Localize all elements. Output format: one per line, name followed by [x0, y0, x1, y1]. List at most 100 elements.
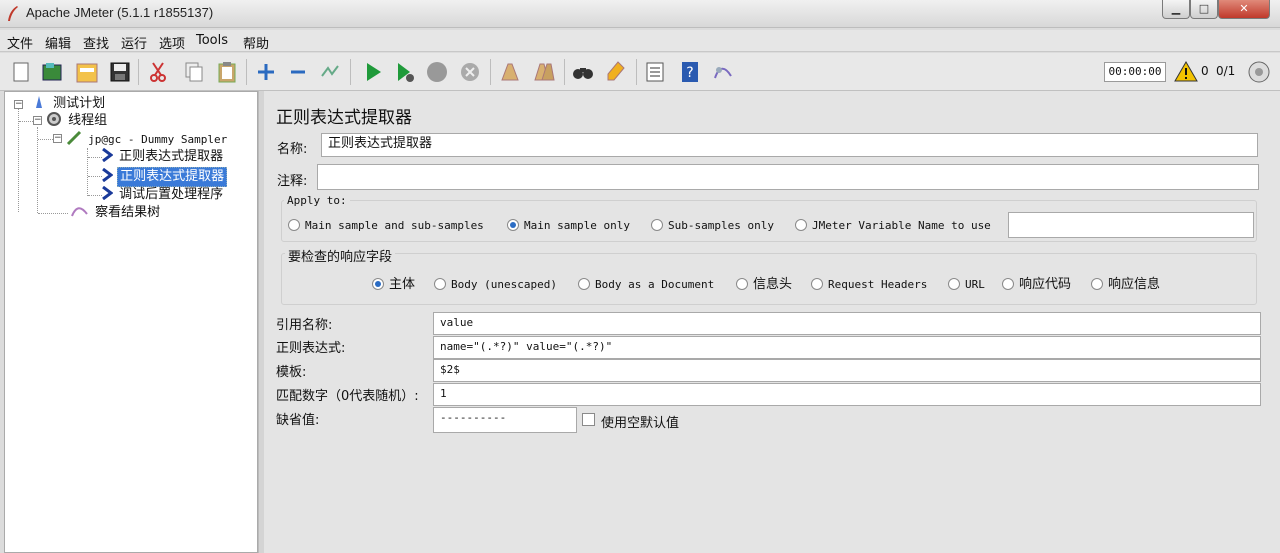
collapse-toggle[interactable]: − — [14, 100, 23, 109]
radio-jmeter-variable[interactable]: JMeter Variable Name to use — [795, 218, 991, 234]
test-plan-tree: − 测试计划 − 线程组 − jp@gc - Dummy Sampler 正则表… — [4, 91, 258, 553]
radio-response-code[interactable]: 响应代码 — [1002, 277, 1071, 293]
radio-body-as-document[interactable]: Body as a Document — [578, 277, 714, 293]
test-plan-icon — [36, 96, 42, 108]
regex-extractor-panel: 正则表达式提取器 名称: 正则表达式提取器 注释: Apply to: Main… — [264, 91, 1280, 553]
radio-button[interactable] — [651, 219, 663, 231]
radio-button[interactable] — [1091, 278, 1103, 290]
help-icon[interactable]: ? — [678, 60, 702, 84]
radio-url[interactable]: URL — [948, 277, 985, 293]
radio-button[interactable] — [578, 278, 590, 290]
radio-button[interactable] — [1002, 278, 1014, 290]
radio-button[interactable] — [288, 219, 300, 231]
collapse-icon[interactable] — [286, 60, 310, 84]
close-button[interactable]: ✕ — [1218, 0, 1270, 19]
radio-button-selected[interactable] — [372, 278, 384, 290]
post-processor-arrow-icon — [102, 147, 114, 163]
toolbar-separator — [636, 59, 637, 85]
elapsed-timer: 00:00:00 — [1104, 62, 1166, 82]
reference-name-field[interactable]: value — [433, 312, 1261, 335]
expand-icon[interactable] — [254, 60, 278, 84]
collapse-toggle[interactable]: − — [33, 116, 42, 125]
tree-node-debug-post-processor[interactable]: 调试后置处理程序 — [101, 185, 225, 204]
radio-response-headers[interactable]: 信息头 — [736, 277, 792, 293]
radio-button[interactable] — [434, 278, 446, 290]
tree-node-test-plan[interactable]: 测试计划 — [31, 94, 107, 112]
comment-field[interactable] — [317, 164, 1259, 190]
regex-field[interactable]: name="(.*?)" value="(.*?)" — [433, 336, 1261, 359]
field-to-check-title: 要检查的响应字段 — [285, 246, 396, 265]
radio-button[interactable] — [795, 219, 807, 231]
templates-icon[interactable] — [40, 60, 64, 84]
apply-to-title: Apply to: — [284, 194, 350, 207]
default-value-field[interactable]: ---------- — [433, 407, 577, 433]
start-no-pause-icon[interactable] — [393, 60, 417, 84]
title-bar: Apache JMeter (5.1.1 r1855137) ▁ □ ✕ — [0, 0, 1280, 28]
listener-graph-icon — [71, 207, 88, 217]
use-empty-default-label: 使用空默认值 — [601, 416, 680, 431]
radio-main-sample-only[interactable]: Main sample only — [507, 218, 630, 234]
copy-icon[interactable] — [182, 60, 206, 84]
open-icon[interactable] — [75, 60, 99, 84]
menu-tools[interactable]: Tools — [196, 33, 228, 48]
radio-body-unescaped[interactable]: Body (unescaped) — [434, 277, 557, 293]
template-field[interactable]: $2$ — [433, 359, 1261, 382]
reference-name-label: 引用名称: — [276, 318, 333, 333]
stop-icon[interactable] — [425, 60, 449, 84]
name-field[interactable]: 正则表达式提取器 — [321, 133, 1258, 157]
menu-run[interactable]: 运行 — [121, 33, 147, 52]
match-number-label: 匹配数字（0代表随机）: — [276, 389, 419, 404]
jmeter-variable-name-field[interactable] — [1008, 212, 1254, 238]
radio-button-selected[interactable] — [507, 219, 519, 231]
shutdown-icon[interactable] — [458, 60, 482, 84]
tree-node-regex-extractor-2[interactable]: 正则表达式提取器 — [101, 167, 228, 187]
menu-bar: 文件 编辑 查找 运行 选项 Tools 帮助 — [0, 30, 1280, 52]
radio-response-message[interactable]: 响应信息 — [1091, 277, 1160, 293]
save-icon[interactable] — [108, 60, 132, 84]
toggle-icon[interactable] — [318, 60, 342, 84]
paste-icon[interactable] — [215, 60, 239, 84]
radio-body[interactable]: 主体 — [372, 277, 415, 293]
menu-edit[interactable]: 编辑 — [45, 33, 71, 52]
cut-icon[interactable] — [146, 60, 170, 84]
menu-help[interactable]: 帮助 — [243, 33, 269, 52]
radio-button[interactable] — [736, 278, 748, 290]
collapse-toggle[interactable]: − — [53, 134, 62, 143]
menu-file[interactable]: 文件 — [7, 33, 33, 52]
match-number-field[interactable]: 1 — [433, 383, 1261, 406]
radio-button[interactable] — [948, 278, 960, 290]
regex-label: 正则表达式: — [276, 341, 346, 356]
toolbar-separator — [246, 59, 247, 85]
tree-node-thread-group[interactable]: 线程组 — [46, 111, 109, 129]
search-icon[interactable] — [571, 60, 595, 84]
template-label: 模板: — [276, 365, 307, 380]
warning-icon[interactable] — [1174, 60, 1198, 84]
maximize-button[interactable]: □ — [1190, 0, 1218, 19]
minimize-button[interactable]: ▁ — [1162, 0, 1190, 19]
function-helper-icon[interactable] — [643, 60, 667, 84]
tree-node-sampler[interactable]: jp@gc - Dummy Sampler — [66, 130, 229, 148]
use-empty-default-checkbox[interactable] — [582, 413, 595, 426]
toolbar-separator — [138, 59, 139, 85]
pipette-icon — [66, 130, 82, 146]
toolbar: ? 00:00:00 0 0/1 — [0, 53, 1280, 91]
radio-sub-samples-only[interactable]: Sub-samples only — [651, 218, 774, 234]
tree-node-view-results-tree[interactable]: 察看结果树 — [71, 204, 162, 222]
radio-request-headers[interactable]: Request Headers — [811, 277, 927, 293]
start-icon[interactable] — [361, 60, 385, 84]
remote-icon[interactable] — [711, 60, 735, 84]
name-label: 名称: — [277, 142, 308, 157]
clear-all-icon[interactable] — [532, 60, 556, 84]
radio-button[interactable] — [811, 278, 823, 290]
reset-search-icon[interactable] — [604, 60, 628, 84]
toolbar-separator — [490, 59, 491, 85]
toolbar-separator — [350, 59, 351, 85]
tree-node-regex-extractor-1[interactable]: 正则表达式提取器 — [101, 147, 225, 166]
menu-search[interactable]: 查找 — [83, 33, 109, 52]
menu-options[interactable]: 选项 — [159, 33, 185, 52]
radio-main-and-sub-samples[interactable]: Main sample and sub-samples — [288, 218, 484, 234]
new-icon[interactable] — [9, 60, 33, 84]
gear-icon — [47, 112, 61, 126]
active-thread-count: 0/1 — [1216, 64, 1236, 78]
clear-icon[interactable] — [498, 60, 522, 84]
